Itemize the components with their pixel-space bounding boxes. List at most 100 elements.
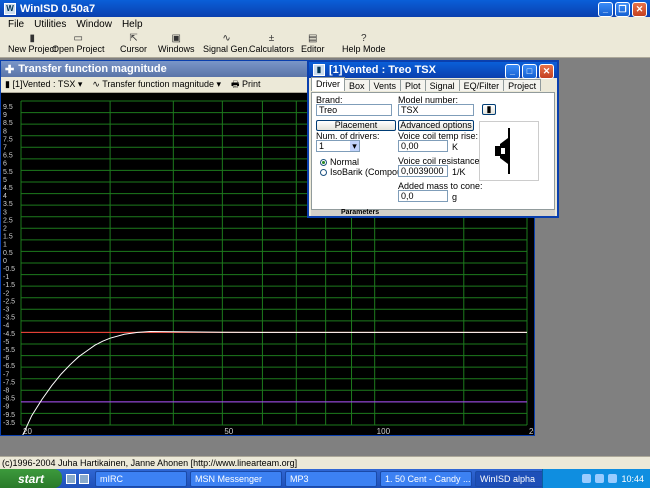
quick-launch xyxy=(62,473,92,484)
y-tick-label: -9.5 xyxy=(3,412,15,419)
y-tick-label: -7 xyxy=(3,371,9,378)
toolbar-signal-gen-button[interactable]: ∿ Signal Gen. xyxy=(203,33,250,55)
tab-project[interactable]: Project xyxy=(503,79,542,91)
speaker-icon xyxy=(495,128,510,174)
y-tick-label: -5 xyxy=(3,339,9,346)
advanced-options-button[interactable]: Advanced options xyxy=(398,120,474,131)
windows-icon: ▣ xyxy=(171,33,181,44)
minimize-button[interactable]: _ xyxy=(598,2,613,17)
graph-select[interactable]: ∿ Transfer function magnitude ▾ xyxy=(92,79,221,90)
menu-bar: File Utilities Window Help xyxy=(0,17,650,31)
calculator-icon: ± xyxy=(268,33,275,44)
model-input[interactable]: TSX xyxy=(398,104,474,116)
vc-res-input[interactable]: 0,0039000 xyxy=(398,165,448,177)
y-tick-label: -3 xyxy=(3,307,9,314)
y-tick-label: 0.5 xyxy=(3,250,13,257)
menu-help[interactable]: Help xyxy=(122,19,143,30)
y-tick-label: -8.5 xyxy=(3,396,15,403)
y-tick-label: 0 xyxy=(3,258,7,265)
chevron-down-icon: ▾ xyxy=(350,141,359,151)
taskbar: start mIRC MSN Messenger MP3 1. 50 Cent - C… xyxy=(0,469,650,488)
y-tick-label: -1.5 xyxy=(3,282,15,289)
network-icon[interactable] xyxy=(595,474,605,483)
params-window-icon: ▮ xyxy=(313,64,325,76)
toolbar-help-mode-button[interactable]: ? Help Mode xyxy=(342,33,386,55)
params-status: Parameters xyxy=(311,209,555,216)
toolbar-new-project-button[interactable]: ▮ New Project xyxy=(8,33,57,55)
start-button[interactable]: start xyxy=(0,469,62,488)
num-drivers-select[interactable]: 1 ▾ xyxy=(316,140,360,152)
y-tick-label: -2.5 xyxy=(3,298,15,305)
y-tick-label: -6.5 xyxy=(3,363,15,370)
tab-eq-filter[interactable]: EQ/Filter xyxy=(458,79,505,91)
y-tick-label: -2 xyxy=(3,290,9,297)
y-tick-label: -4 xyxy=(3,323,9,330)
open-folder-icon: ▭ xyxy=(73,33,83,44)
y-tick-label: -8 xyxy=(3,388,9,395)
tab-signal[interactable]: Signal xyxy=(424,79,460,91)
volume-icon[interactable] xyxy=(582,474,592,483)
toolbar: ▮ New Project ▭ Open Project ⇱ Cursor ▣ Windows… xyxy=(0,31,650,58)
tf-title: Transfer function magnitude xyxy=(18,63,167,75)
driver-diagram xyxy=(479,121,539,181)
vc-res-unit: 1/K xyxy=(452,167,466,177)
tf-window-icon: ✚ xyxy=(5,63,15,76)
y-tick-label: 5 xyxy=(3,177,7,184)
placement-button[interactable]: Placement xyxy=(316,120,396,131)
mass-input[interactable]: 0,0 xyxy=(398,190,448,202)
taskbar-task[interactable]: mIRC xyxy=(95,470,187,487)
toolbar-windows-button[interactable]: ▣ Windows xyxy=(158,33,195,55)
toolbar-cursor-button[interactable]: ⇱ Cursor xyxy=(120,33,147,55)
media-icon[interactable] xyxy=(79,473,89,484)
menu-file[interactable]: File xyxy=(8,19,24,30)
taskbar-task[interactable]: MSN Messenger xyxy=(190,470,282,487)
y-tick-label: -3.5 xyxy=(3,315,15,322)
brand-input[interactable]: Treo xyxy=(316,104,392,116)
system-tray: 10:44 xyxy=(542,469,650,488)
project-select[interactable]: ▮ [1]Vented : TSX ▾ xyxy=(5,79,82,90)
tab-plot[interactable]: Plot xyxy=(400,79,426,91)
params-title-bar: ▮ [1]Vented : Treo TSX _ □ ✕ xyxy=(309,62,557,79)
mass-unit: g xyxy=(452,192,458,202)
y-tick-label: 9 xyxy=(3,112,7,119)
y-tick-label: 8.5 xyxy=(3,120,13,127)
tab-box[interactable]: Box xyxy=(344,79,370,91)
y-tick-label: -5.5 xyxy=(3,347,15,354)
driver-db-button[interactable]: ▮ xyxy=(482,104,496,115)
y-tick-label: -0.5 xyxy=(3,266,15,273)
messenger-icon[interactable] xyxy=(608,474,618,483)
y-tick-label: 2.5 xyxy=(3,217,13,224)
app-icon: W xyxy=(4,2,16,15)
normal-radio[interactable]: Normal xyxy=(320,157,359,167)
editor-icon: ▤ xyxy=(308,33,318,44)
vc-temp-input[interactable]: 0,00 xyxy=(398,140,448,152)
tab-vents[interactable]: Vents xyxy=(368,79,402,91)
parameters-window: ▮ [1]Vented : Treo TSX _ □ ✕ Driver Box … xyxy=(307,60,559,218)
help-mode-icon: ? xyxy=(360,33,367,44)
params-minimize-button[interactable]: _ xyxy=(505,64,520,79)
cursor-icon: ⇱ xyxy=(129,33,138,44)
y-tick-label: 4.5 xyxy=(3,185,13,192)
y-tick-label: -9 xyxy=(3,404,9,411)
restore-button[interactable]: ❐ xyxy=(615,2,630,17)
ie-icon[interactable] xyxy=(66,473,76,484)
y-tick-label: 1 xyxy=(3,242,7,249)
toolbar-open-project-button[interactable]: ▭ Open Project xyxy=(52,33,105,55)
vc-temp-unit: K xyxy=(452,142,459,152)
params-close-button[interactable]: ✕ xyxy=(539,64,554,79)
menu-window[interactable]: Window xyxy=(76,19,112,30)
taskbar-task[interactable]: MP3 xyxy=(285,470,377,487)
menu-utilities[interactable]: Utilities xyxy=(34,19,66,30)
tab-driver[interactable]: Driver xyxy=(311,77,345,91)
y-tick-label: 6.5 xyxy=(3,153,13,160)
taskbar-task[interactable]: 1. 50 Cent - Candy ... xyxy=(380,470,472,487)
y-tick-label: 7 xyxy=(3,145,7,152)
toolbar-editor-button[interactable]: ▤ Editor xyxy=(301,33,325,55)
driver-panel: Brand: Treo Model number: TSX ▮ Placemen… xyxy=(311,92,555,210)
print-button[interactable]: 🖶 Print xyxy=(231,77,261,93)
params-maximize-button[interactable]: □ xyxy=(522,64,537,79)
close-button[interactable]: ✕ xyxy=(632,2,647,17)
y-tick-label: 1.5 xyxy=(3,234,13,241)
y-tick-label: -7.5 xyxy=(3,379,15,386)
toolbar-calculators-button[interactable]: ± Calculators xyxy=(249,33,294,55)
